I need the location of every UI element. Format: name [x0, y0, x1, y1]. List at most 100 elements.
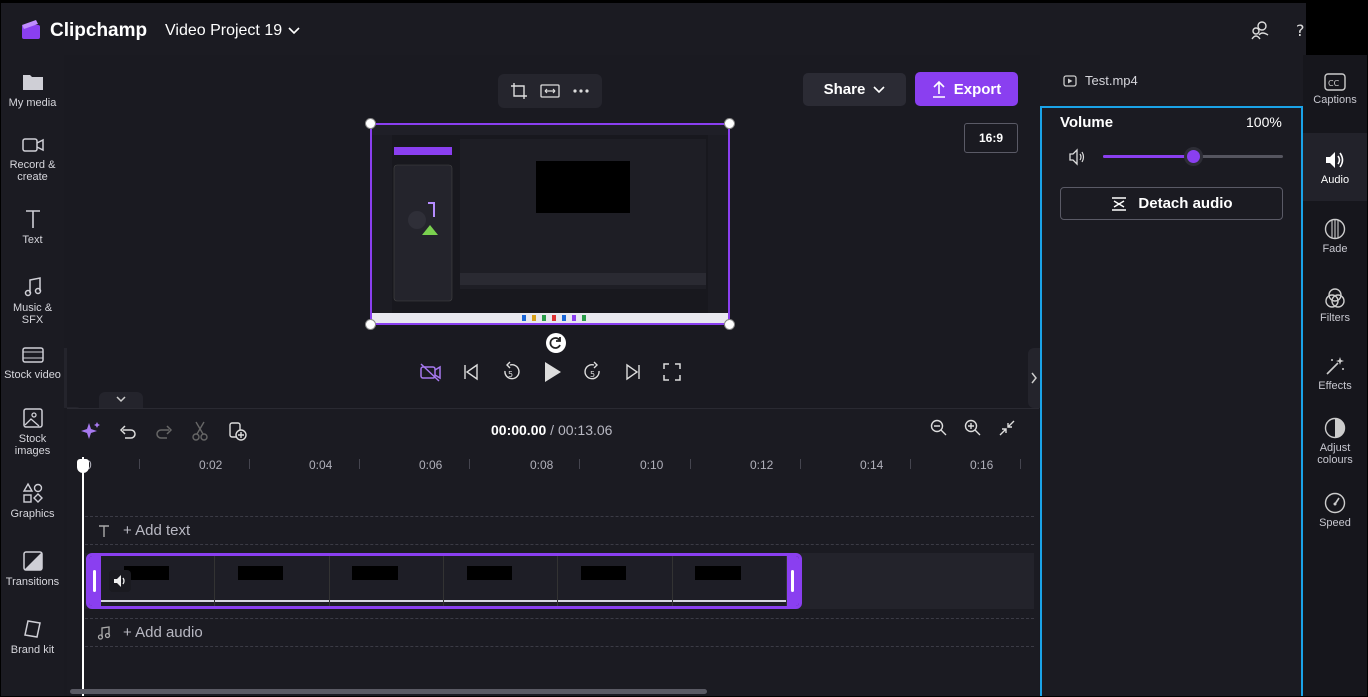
sidebar-item-my-media[interactable]: My media — [1, 71, 64, 109]
sidebar-item-transitions[interactable]: Transitions — [1, 550, 64, 588]
clipchamp-logo-icon — [22, 20, 40, 39]
crop-icon[interactable] — [510, 82, 528, 100]
expand-properties-button[interactable] — [1028, 348, 1040, 408]
sidebar-item-stock-video[interactable]: Stock video — [1, 345, 64, 381]
zoom-out-icon[interactable] — [930, 419, 948, 437]
playback-controls: 5 5 — [419, 360, 681, 384]
sidebar-item-brand-kit[interactable]: Brand kit — [1, 618, 64, 656]
rail-item-effects[interactable]: Effects — [1303, 355, 1367, 392]
sidebar-item-music-sfx[interactable]: Music & SFX — [1, 276, 64, 326]
ruler-tick — [910, 459, 911, 469]
play-icon[interactable] — [542, 361, 562, 383]
camera-off-icon[interactable] — [419, 362, 441, 382]
clip-trim-handle-left[interactable] — [89, 556, 101, 606]
music-icon — [97, 625, 111, 640]
more-options-icon[interactable] — [572, 88, 590, 94]
sidebar-item-stock-images[interactable]: Stock images — [1, 407, 64, 457]
svg-text:5: 5 — [508, 370, 513, 379]
resize-handle-bottom-left[interactable] — [365, 319, 376, 330]
music-icon — [24, 277, 41, 297]
add-to-timeline-icon[interactable] — [227, 421, 247, 441]
undo-icon[interactable] — [119, 422, 137, 440]
sparkle-icon[interactable] — [81, 421, 101, 441]
rail-item-label: Speed — [1319, 517, 1351, 529]
volume-value: 100% — [1246, 114, 1282, 130]
skip-to-end-icon[interactable] — [624, 363, 642, 381]
detach-audio-button[interactable]: Detach audio — [1060, 187, 1283, 220]
volume-slider[interactable] — [1103, 147, 1283, 166]
audio-track[interactable]: + Add audio — [85, 618, 1034, 647]
camera-icon — [21, 138, 44, 152]
rail-item-label: Effects — [1318, 380, 1352, 392]
text-track[interactable]: + Add text — [85, 516, 1034, 545]
timecode: 00:00.00 / 00:13.06 — [491, 422, 612, 438]
sidebar-item-label: Graphics — [10, 508, 55, 520]
zoom-in-icon[interactable] — [964, 419, 982, 437]
community-icon[interactable] — [1249, 19, 1271, 41]
sidebar-item-label: Transitions — [5, 576, 60, 588]
ruler-tick — [690, 459, 691, 469]
clip-volume-button[interactable] — [109, 570, 131, 592]
ruler-label: 0:02 — [199, 458, 223, 472]
resize-handle-bottom-right[interactable] — [724, 319, 735, 330]
adjust-colours-icon — [1324, 417, 1346, 439]
total-time: / 00:13.06 — [550, 422, 613, 438]
video-preview-canvas[interactable] — [370, 123, 730, 325]
transition-icon — [22, 551, 43, 571]
timeline-scrollbar[interactable] — [70, 689, 707, 694]
ruler-tick — [800, 459, 801, 469]
rotate-handle[interactable] — [546, 333, 566, 353]
rotate-icon — [549, 337, 561, 349]
rail-item-audio[interactable]: Audio — [1303, 133, 1367, 201]
sidebar-item-label: My media — [8, 97, 57, 109]
sidebar-item-text[interactable]: Text — [1, 208, 64, 246]
svg-text:CC: CC — [1328, 79, 1340, 88]
export-button[interactable]: Export — [915, 72, 1018, 106]
ruler-tick — [139, 459, 140, 469]
redo-icon[interactable] — [155, 422, 173, 440]
split-scissors-icon[interactable] — [191, 421, 209, 441]
rail-item-filters[interactable]: Filters — [1303, 287, 1367, 324]
rail-item-adjust-colours[interactable]: Adjust colours — [1303, 417, 1367, 466]
clip-frame — [558, 556, 673, 606]
speaker-icon[interactable] — [1067, 147, 1087, 167]
add-text-label: + Add text — [123, 522, 191, 539]
rail-item-speed[interactable]: Speed — [1303, 492, 1367, 529]
ruler-label: 0:04 — [309, 458, 333, 472]
ruler-tick — [1020, 459, 1021, 469]
rail-item-captions[interactable]: CC Captions — [1303, 71, 1367, 121]
forward-5s-icon[interactable]: 5 — [583, 361, 603, 383]
ruler-label: 0:12 — [750, 458, 774, 472]
collapse-timeline-button[interactable] — [99, 392, 143, 408]
video-clip[interactable] — [86, 553, 802, 609]
clip-trim-handle-right[interactable] — [787, 556, 799, 606]
aspect-ratio-button[interactable]: 16:9 — [964, 123, 1018, 153]
skip-to-start-icon[interactable] — [462, 363, 480, 381]
share-button-label: Share — [823, 81, 866, 98]
resize-handle-top-right[interactable] — [724, 118, 735, 129]
fit-timeline-icon[interactable] — [998, 419, 1016, 437]
project-name-dropdown[interactable]: Video Project 19 — [165, 22, 300, 40]
preview-toolbar — [498, 74, 602, 108]
sidebar-item-label: Record & create — [9, 159, 56, 183]
share-button[interactable]: Share — [803, 73, 906, 106]
fullscreen-icon[interactable] — [663, 363, 681, 381]
folder-icon — [22, 75, 43, 90]
clip-frame — [215, 556, 330, 606]
rewind-5s-icon[interactable]: 5 — [501, 361, 521, 383]
rail-item-fade[interactable]: Fade — [1303, 218, 1367, 255]
sidebar-item-label: Stock video — [4, 369, 61, 381]
text-icon — [25, 210, 40, 228]
zoom-controls — [930, 419, 1016, 437]
playhead-handle[interactable] — [77, 459, 89, 473]
chevron-down-icon — [116, 396, 126, 403]
ruler-tick — [469, 459, 470, 469]
sidebar-item-graphics[interactable]: Graphics — [1, 482, 64, 520]
volume-slider-thumb[interactable] — [1184, 147, 1203, 166]
svg-text:?: ? — [1296, 21, 1305, 40]
timeline-ruler[interactable]: 0 0:02 0:04 0:06 0:08 0:10 0:12 0:14 0:1… — [79, 453, 1034, 479]
sidebar-item-record-create[interactable]: Record & create — [1, 135, 64, 183]
resize-handle-top-left[interactable] — [365, 118, 376, 129]
fit-icon[interactable] — [540, 83, 560, 99]
playhead-line[interactable] — [82, 457, 84, 696]
